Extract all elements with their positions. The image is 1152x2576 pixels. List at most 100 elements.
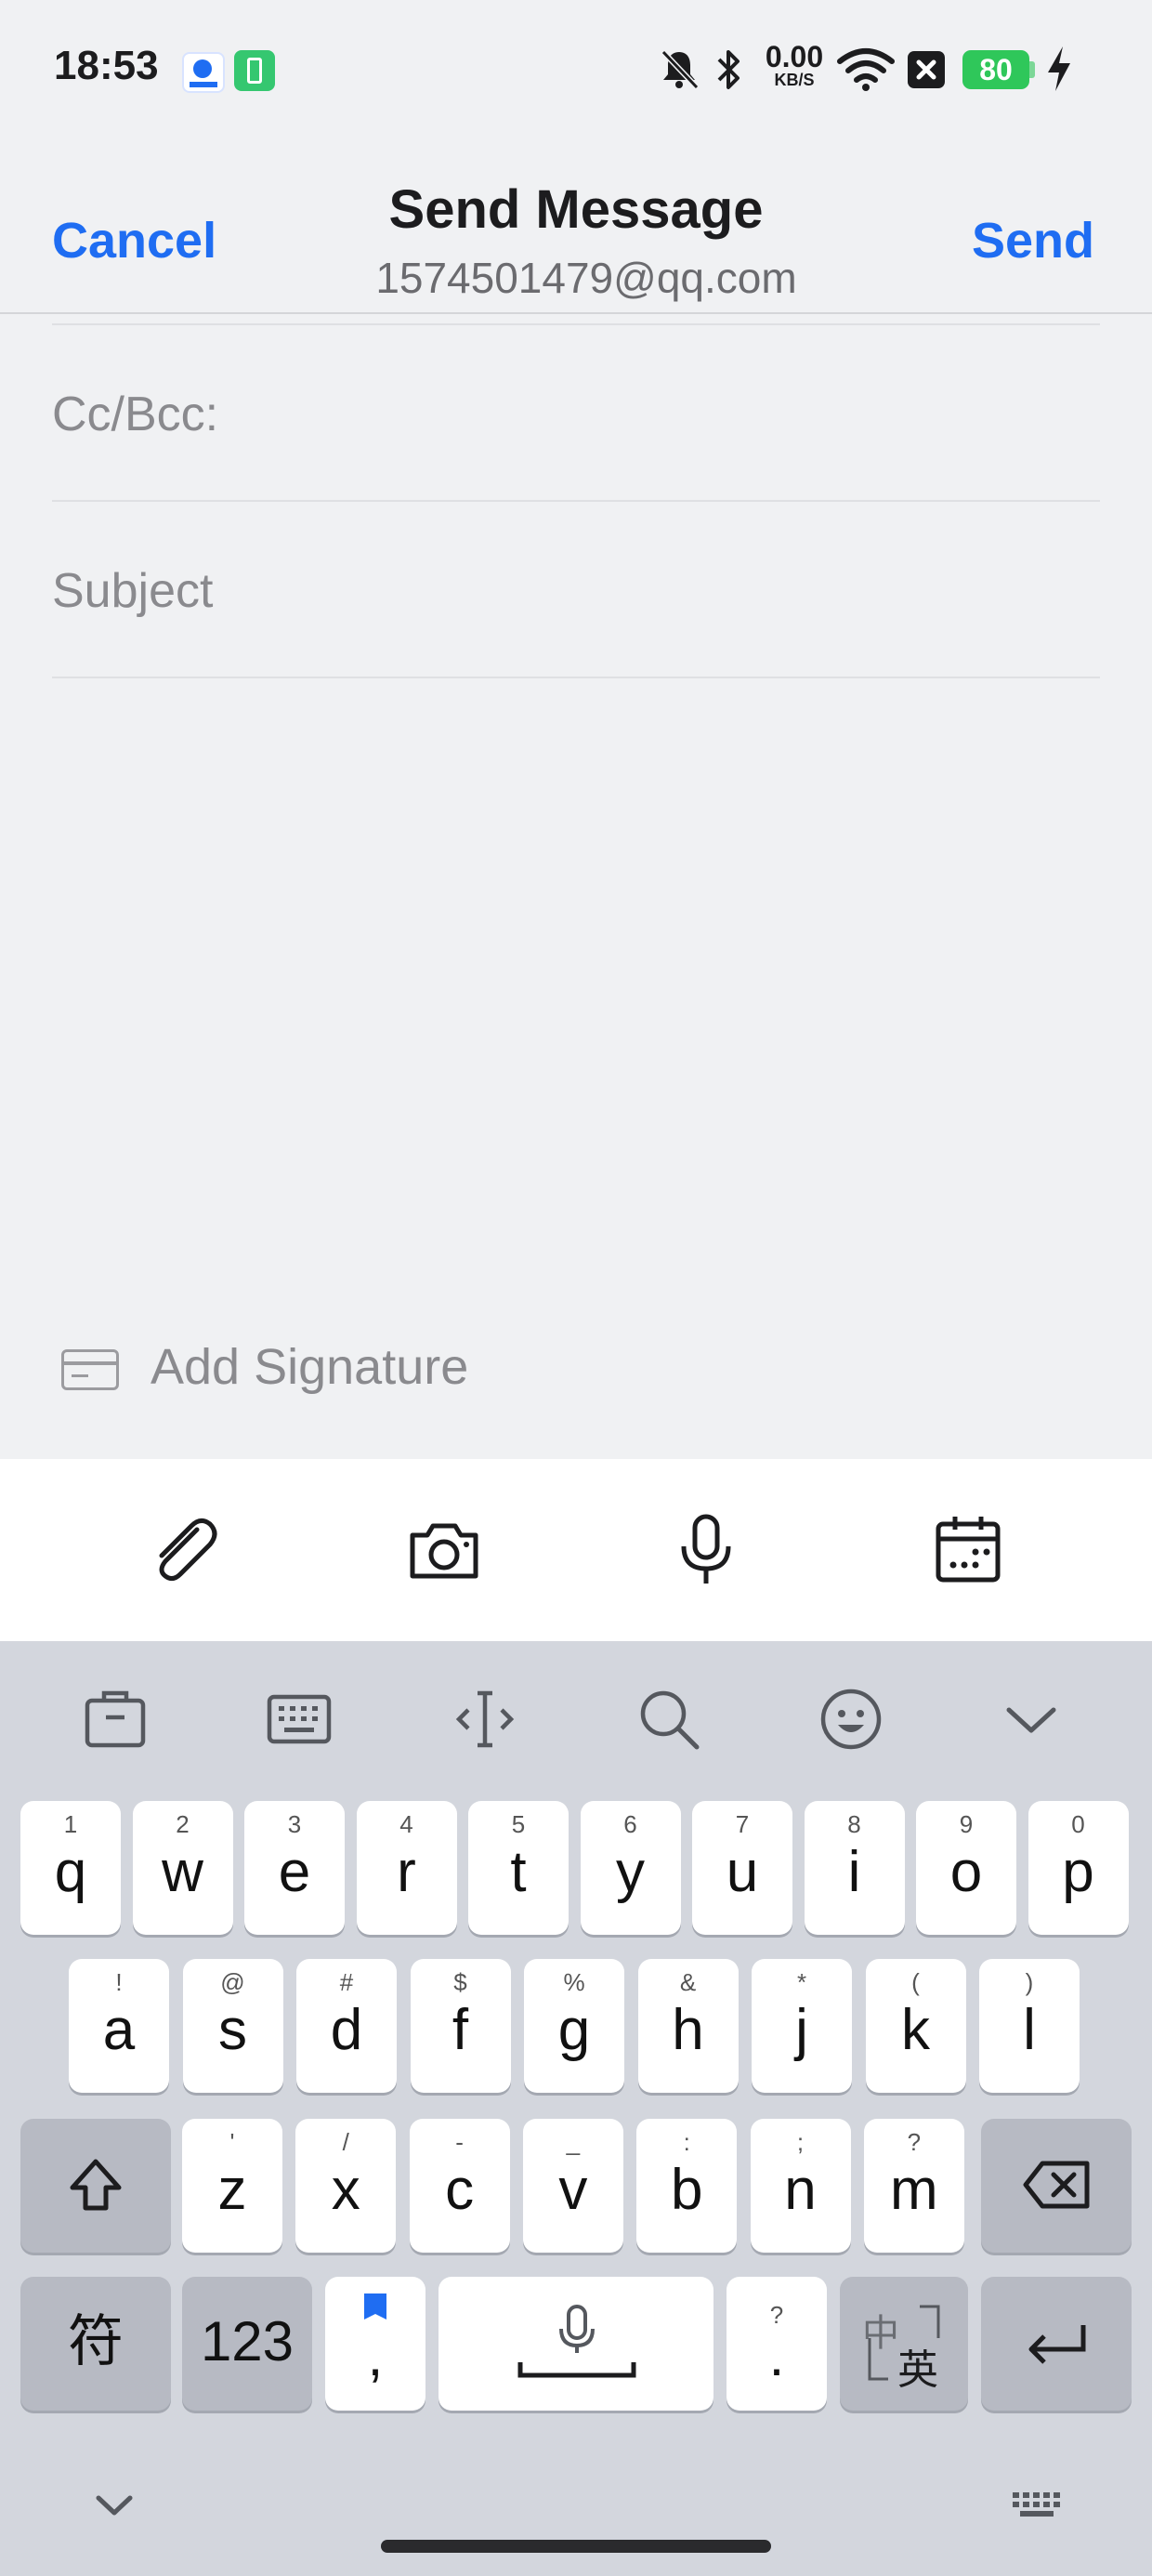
paperclip-icon[interactable] <box>145 1511 223 1589</box>
keyboard-layout-icon[interactable] <box>264 1684 334 1755</box>
send-button[interactable]: Send <box>972 212 1094 269</box>
search-icon[interactable] <box>634 1684 704 1755</box>
microphone-icon <box>517 2305 636 2378</box>
calendar-icon[interactable] <box>929 1511 1007 1589</box>
key-label: j <box>795 1998 808 2062</box>
key-hint: 6 <box>623 1810 637 1838</box>
mute-icon <box>661 49 700 90</box>
key-d[interactable]: # d <box>296 1959 397 2093</box>
key-label: i <box>847 1840 861 1904</box>
key-hint: : <box>683 2128 690 2156</box>
emoji-icon[interactable] <box>816 1684 886 1755</box>
charging-icon <box>1048 46 1070 91</box>
period-key-label: . <box>768 2325 785 2387</box>
key-k[interactable]: (k <box>865 1959 966 2093</box>
key-t[interactable]: 5t <box>468 1801 569 1935</box>
app-badge-icon <box>182 52 225 93</box>
key-x[interactable]: / x <box>295 2119 397 2253</box>
key-label: q <box>54 1840 87 1904</box>
subject-field[interactable]: Subject <box>52 563 213 619</box>
key-z[interactable]: ' z <box>182 2119 282 2253</box>
key-label: f <box>452 1998 469 2062</box>
cursor-icon[interactable] <box>450 1684 520 1755</box>
numbers-key-label: 123 <box>200 2310 295 2372</box>
close-box-icon <box>908 51 945 88</box>
net-speed-value: 0.00 <box>765 40 824 73</box>
key-m[interactable]: ? m <box>863 2119 964 2253</box>
key-label: m <box>889 2158 938 2222</box>
camera-icon[interactable] <box>405 1511 483 1589</box>
key-label: o <box>949 1840 983 1904</box>
message-body[interactable] <box>0 688 1152 1301</box>
enter-key[interactable] <box>981 2277 1132 2411</box>
key-hint: _ <box>566 2128 581 2156</box>
lang-top-label: 中 <box>862 2313 899 2354</box>
key-l[interactable]: ) l <box>979 1959 1080 2093</box>
key-hint: ! <box>115 1968 123 1996</box>
battery-tip <box>1029 61 1035 78</box>
period-key-sub: ? <box>769 2301 784 2329</box>
chevron-down-icon[interactable] <box>996 1684 1067 1755</box>
key-f[interactable]: $ f <box>410 1959 511 2093</box>
key-e[interactable]: 3e <box>244 1801 345 1935</box>
clipboard-icon[interactable] <box>80 1684 151 1755</box>
key-label: y <box>616 1840 645 1904</box>
bluetooth-icon <box>717 50 740 89</box>
key-hint: ; <box>796 2128 805 2156</box>
key-hint: # <box>339 1968 354 1996</box>
key-p[interactable]: 0p <box>1028 1801 1129 1935</box>
comma-key[interactable]: , <box>325 2277 425 2411</box>
key-n[interactable]: ; n <box>750 2119 851 2253</box>
key-hint: ' <box>229 2128 235 2156</box>
key-s[interactable]: @ s <box>182 1959 283 2093</box>
add-signature-button[interactable]: Add Signature <box>151 1338 468 1396</box>
key-r[interactable]: 4r <box>356 1801 457 1935</box>
key-q[interactable]: 1q <box>20 1801 121 1935</box>
keyboard <box>0 1641 1152 2576</box>
home-indicator[interactable] <box>381 2540 771 2553</box>
space-key[interactable] <box>439 2277 713 2411</box>
key-label: v <box>558 2158 588 2222</box>
key-u[interactable]: 7u <box>692 1801 792 1935</box>
key-hint: 1 <box>63 1810 78 1838</box>
key-label: t <box>510 1840 527 1904</box>
key-label: u <box>726 1840 759 1904</box>
language-switch-key[interactable]: 中 英 <box>840 2277 968 2411</box>
key-label: r <box>397 1840 416 1904</box>
key-a[interactable]: ! a <box>69 1959 169 2093</box>
key-hint: 5 <box>511 1810 526 1838</box>
key-g[interactable]: % g <box>524 1959 624 2093</box>
key-y[interactable]: 6y <box>580 1801 681 1935</box>
shift-icon <box>70 2159 122 2211</box>
key-label: k <box>901 1998 930 2062</box>
key-c[interactable]: -c <box>409 2119 510 2253</box>
signature-icon <box>61 1349 119 1390</box>
shift-key[interactable] <box>20 2119 171 2253</box>
microphone-icon[interactable] <box>667 1511 745 1589</box>
key-j[interactable]: * j <box>752 1959 852 2093</box>
symbols-key[interactable]: 符 <box>20 2277 171 2411</box>
key-hint: - <box>455 2128 464 2156</box>
numbers-key[interactable]: 123 <box>182 2277 312 2411</box>
key-label: n <box>784 2158 817 2222</box>
cc-bcc-field[interactable]: Cc/Bcc: <box>52 387 218 442</box>
keyboard-switch-icon[interactable] <box>1009 2487 1065 2524</box>
key-hint: ? <box>907 2128 922 2156</box>
key-i[interactable]: 8i <box>804 1801 905 1935</box>
period-key[interactable]: ? . <box>727 2277 827 2411</box>
comma-key-label: , <box>367 2325 384 2387</box>
key-w[interactable]: 2w <box>132 1801 233 1935</box>
key-hint: $ <box>453 1968 467 1996</box>
key-o[interactable]: 9o <box>916 1801 1016 1935</box>
key-h[interactable]: & h <box>637 1959 739 2093</box>
key-hint: * <box>796 1968 807 1996</box>
key-b[interactable]: :b <box>636 2119 738 2253</box>
key-label: x <box>331 2158 360 2222</box>
key-label: p <box>1062 1840 1094 1904</box>
header-divider <box>0 312 1152 314</box>
key-label: d <box>330 1998 363 2062</box>
status-time: 18:53 <box>54 43 159 88</box>
backspace-key[interactable] <box>981 2119 1132 2253</box>
hide-keyboard-chevron-icon[interactable] <box>91 2487 137 2524</box>
key-v[interactable]: _ v <box>522 2119 623 2253</box>
